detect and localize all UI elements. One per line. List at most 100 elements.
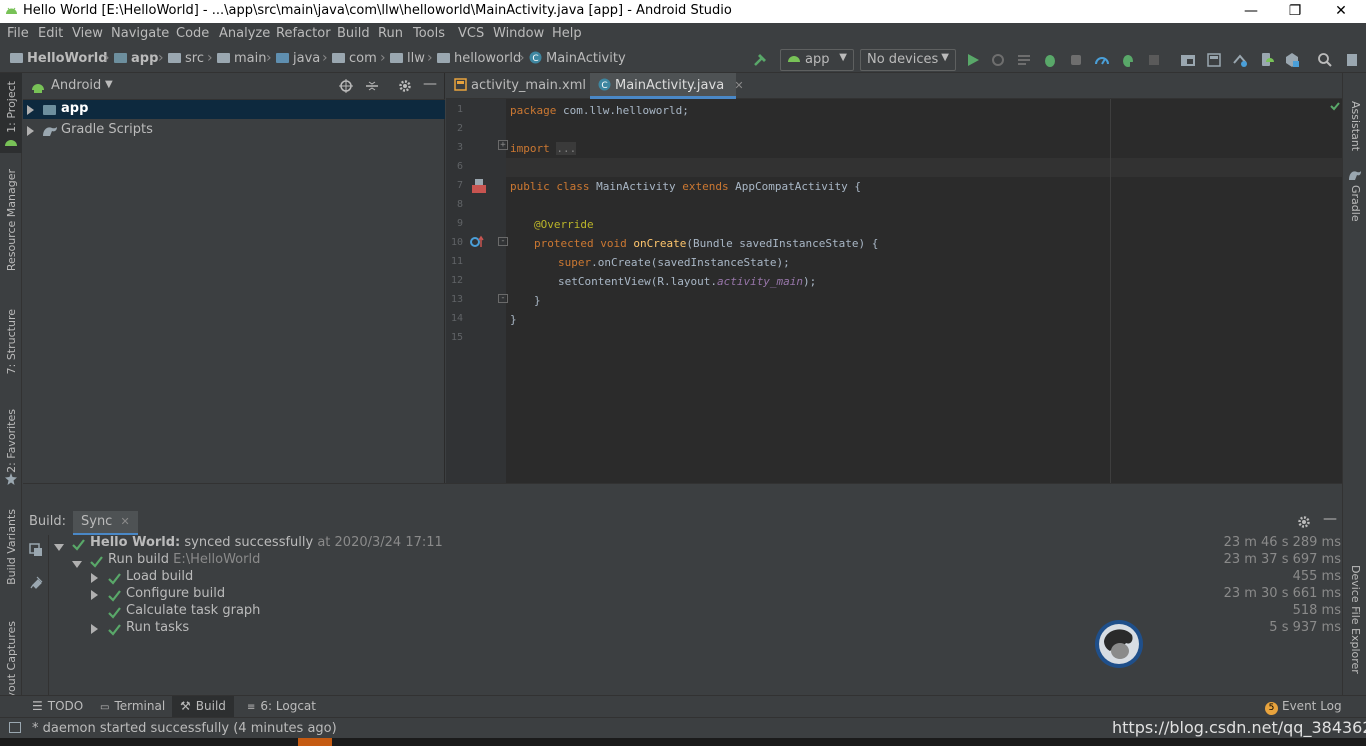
tree-item-app[interactable]: app [23, 100, 445, 119]
menu-analyze[interactable]: Analyze [219, 26, 270, 41]
gear-icon[interactable] [398, 79, 412, 93]
expand-arrow-icon[interactable] [91, 572, 98, 587]
close-tab-icon[interactable]: ✕ [734, 79, 743, 92]
success-check-icon [108, 624, 121, 636]
close-button[interactable]: ✕ [1318, 1, 1364, 22]
sync-gradle-icon[interactable] [1232, 52, 1248, 68]
breadcrumb-java[interactable]: java [276, 51, 320, 66]
breadcrumb-com[interactable]: com [332, 51, 377, 66]
pin-icon[interactable] [29, 575, 43, 589]
expand-arrow-icon[interactable] [91, 623, 98, 638]
collapse-all-icon[interactable] [365, 79, 379, 93]
tab-mainactivity-java[interactable]: C MainActivity.java ✕ [590, 73, 744, 99]
stripe-structure[interactable]: 7: Structure [5, 309, 18, 374]
stripe-resource-manager[interactable]: Resource Manager [5, 169, 18, 271]
breadcrumb-mainactivity[interactable]: C MainActivity [529, 51, 626, 66]
restart-icon[interactable] [29, 543, 43, 557]
menu-file[interactable]: File [7, 26, 29, 41]
breadcrumb-app[interactable]: app [114, 51, 158, 66]
layout-inspector-icon[interactable] [1206, 52, 1222, 68]
debug-icon[interactable] [1042, 52, 1058, 68]
locate-icon[interactable] [339, 79, 353, 93]
editor-gutter [446, 99, 506, 483]
expand-arrow-icon[interactable] [27, 104, 34, 119]
duration: 455 ms [1292, 569, 1341, 584]
menu-help[interactable]: Help [552, 26, 582, 41]
watermark: https://blog.csdn.net/qq_38436214 [1112, 718, 1366, 737]
menu-code[interactable]: Code [176, 26, 209, 41]
collapse-arrow-icon[interactable] [54, 540, 64, 555]
tab-sync[interactable]: Sync ✕ [73, 511, 138, 535]
tree-item-gradle-scripts[interactable]: Gradle Scripts [23, 121, 445, 140]
breadcrumb-helloworld[interactable]: helloworld [437, 51, 521, 66]
activity-layout-gutter-icon[interactable] [470, 178, 488, 194]
stripe-assistant[interactable]: Assistant [1349, 101, 1362, 151]
stripe-gradle[interactable]: Gradle [1349, 185, 1362, 222]
code-editor[interactable]: 1 2 3 6 7 8 9 10 11 12 13 14 15 + - - pa… [446, 99, 1342, 483]
chevron-right-icon: › [158, 50, 164, 66]
taskbar-app-indicator[interactable] [298, 738, 332, 746]
tab-todo[interactable]: ☰ TODO [32, 699, 83, 713]
folded-imports[interactable]: ... [556, 142, 577, 155]
code-line-12: setContentView(R.layout.activity_main); [558, 275, 817, 288]
stripe-layout-captures[interactable]: yout Captures [5, 621, 18, 699]
search-icon[interactable] [1317, 52, 1333, 68]
hide-toolbar-icon[interactable] [1344, 52, 1360, 68]
breadcrumb-src[interactable]: src [168, 51, 204, 66]
stripe-build-variants[interactable]: Build Variants [5, 509, 18, 585]
chevron-down-icon[interactable]: ▼ [105, 79, 113, 90]
apply-changes-icon[interactable] [990, 52, 1006, 68]
close-tab-icon[interactable]: ✕ [120, 515, 129, 528]
hammer-icon[interactable] [752, 52, 768, 68]
avd-manager-icon[interactable] [1258, 52, 1274, 68]
run-icon[interactable] [965, 52, 981, 68]
fold-minus-icon[interactable]: - [498, 294, 508, 303]
logcat-icon: ≡ [247, 702, 256, 713]
stripe-project[interactable]: 1: Project [5, 81, 18, 133]
hide-panel-icon[interactable]: — [423, 76, 437, 92]
menu-view[interactable]: View [72, 26, 103, 41]
toggle-tool-windows-icon[interactable] [9, 722, 21, 733]
restore-button[interactable]: ❐ [1272, 1, 1318, 22]
gear-icon[interactable] [1297, 515, 1311, 529]
attach-debugger-icon[interactable] [1068, 52, 1084, 68]
breadcrumb-project[interactable]: HelloWorld [10, 51, 108, 66]
avatar [1095, 620, 1143, 668]
tab-terminal[interactable]: ▭ Terminal [100, 699, 165, 713]
menu-navigate[interactable]: Navigate [111, 26, 169, 41]
stripe-device-file-explorer[interactable]: Device File Explorer [1349, 565, 1362, 674]
stop-icon[interactable] [1146, 52, 1162, 68]
attach-process-icon[interactable] [1120, 52, 1136, 68]
minimize-button[interactable]: — [1228, 1, 1274, 22]
menu-tools[interactable]: Tools [413, 26, 445, 41]
menu-run[interactable]: Run [378, 26, 403, 41]
collapse-arrow-icon[interactable] [72, 557, 82, 572]
project-view-select[interactable]: Android [51, 78, 101, 93]
profile-icon[interactable] [1094, 52, 1110, 68]
fold-minus-icon[interactable]: - [498, 237, 508, 246]
run-config-select[interactable]: app ▼ [780, 49, 854, 71]
folder-icon [168, 53, 181, 63]
hide-panel-icon[interactable]: — [1323, 511, 1337, 527]
expand-arrow-icon[interactable] [91, 589, 98, 604]
tab-logcat[interactable]: ≡ 6: Logcat [247, 699, 316, 713]
breadcrumb-main[interactable]: main [217, 51, 266, 66]
tab-build[interactable]: ⚒ Build [172, 696, 234, 717]
device-select[interactable]: No devices ▼ [860, 49, 956, 71]
breadcrumb-llw[interactable]: llw [390, 51, 425, 66]
sdk-manager-icon[interactable] [1284, 52, 1300, 68]
menu-vcs[interactable]: VCS [458, 26, 484, 41]
menu-window[interactable]: Window [493, 26, 544, 41]
menu-refactor[interactable]: Refactor [276, 26, 331, 41]
expand-arrow-icon[interactable] [27, 125, 34, 140]
hammer-icon: ⚒ [180, 699, 191, 713]
project-structure-icon[interactable] [1180, 52, 1196, 68]
menu-edit[interactable]: Edit [38, 26, 63, 41]
override-gutter-icon[interactable] [470, 235, 484, 249]
stripe-favorites[interactable]: 2: Favorites [5, 409, 18, 473]
tab-event-log[interactable]: 5 Event Log [1265, 699, 1342, 715]
menu-build[interactable]: Build [337, 26, 370, 41]
apply-code-changes-icon[interactable] [1016, 52, 1032, 68]
fold-plus-icon[interactable]: + [498, 140, 508, 150]
tab-activity-main-xml[interactable]: activity_main.xml ✕ [446, 73, 605, 99]
